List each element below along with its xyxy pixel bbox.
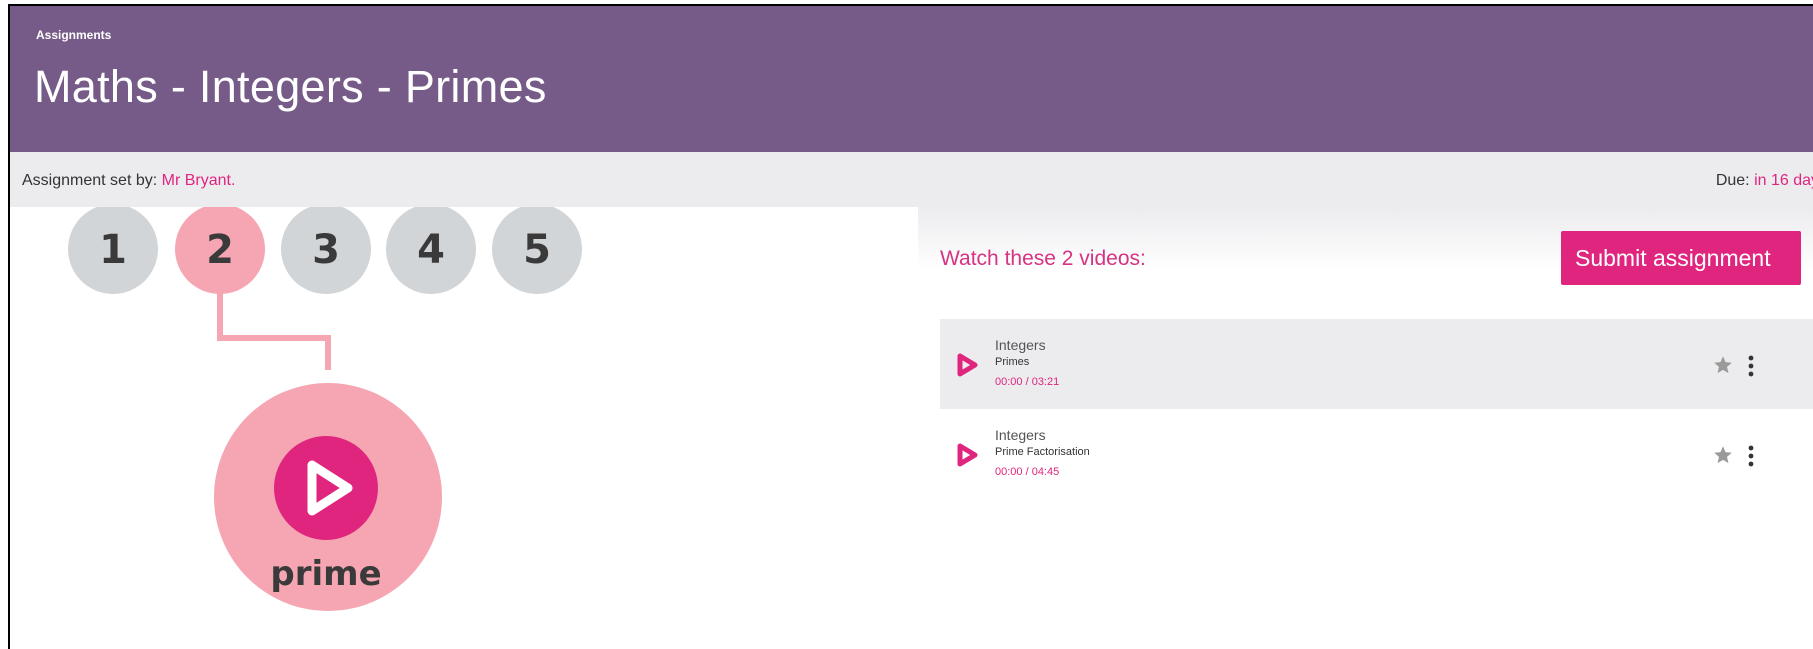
more-icon[interactable]	[1748, 445, 1754, 467]
caption-text: prime	[270, 554, 381, 594]
number-label: 3	[312, 227, 340, 273]
number-label: 5	[523, 227, 551, 273]
page-title: Maths - Integers - Primes	[34, 61, 547, 112]
video-thumbnail[interactable]: 1 2 3 4 5 prime	[10, 207, 610, 649]
number-circles: 1 2 3 4 5	[68, 207, 582, 294]
set-by: Assignment set by: Mr Bryant.	[22, 172, 235, 190]
video-list-item[interactable]: Integers Primes 00:00 / 03:21	[940, 319, 1813, 409]
video-time: 00:00 / 03:21	[995, 376, 1060, 388]
submit-assignment-button[interactable]: Submit assignment	[1561, 231, 1801, 285]
number-label: 1	[99, 227, 127, 273]
assignment-info-bar: Assignment set by: Mr Bryant. Due: in 16…	[10, 152, 1813, 207]
play-icon[interactable]	[956, 442, 978, 468]
video-info: Integers Prime Factorisation 00:00 / 04:…	[995, 427, 1090, 483]
more-icon[interactable]	[1748, 355, 1754, 377]
video-subject: Integers	[995, 337, 1046, 353]
app-frame: Assignments Maths - Integers - Primes As…	[8, 4, 1813, 649]
video-title: Primes	[995, 356, 1030, 368]
video-list-item[interactable]: Integers Prime Factorisation 00:00 / 04:…	[940, 409, 1813, 499]
assignment-header: Assignments Maths - Integers - Primes	[10, 6, 1813, 152]
video-panel: Watch these 2 videos: Submit assignment …	[918, 207, 1813, 649]
set-by-label: Assignment set by:	[22, 172, 158, 189]
breadcrumb[interactable]: Assignments	[36, 28, 111, 42]
video-title: Prime Factorisation	[995, 446, 1090, 458]
watch-heading: Watch these 2 videos:	[940, 247, 1146, 270]
number-label: 4	[417, 227, 445, 273]
number-label: 2	[206, 227, 234, 273]
video-time: 00:00 / 04:45	[995, 466, 1060, 478]
teacher-name: Mr Bryant.	[161, 172, 236, 189]
prime-illustration: 1 2 3 4 5 prime	[68, 207, 582, 611]
video-subject: Integers	[995, 427, 1046, 443]
video-info: Integers Primes 00:00 / 03:21	[995, 337, 1059, 393]
due-value: in 16 days	[1754, 172, 1813, 189]
due-label: Due:	[1715, 172, 1750, 189]
due-date: Due: in 16 days	[1716, 172, 1813, 190]
star-icon[interactable]	[1713, 355, 1733, 375]
play-icon[interactable]	[956, 352, 978, 378]
connector-line	[217, 289, 331, 370]
play-button-circle	[274, 436, 378, 540]
star-icon[interactable]	[1713, 445, 1733, 465]
